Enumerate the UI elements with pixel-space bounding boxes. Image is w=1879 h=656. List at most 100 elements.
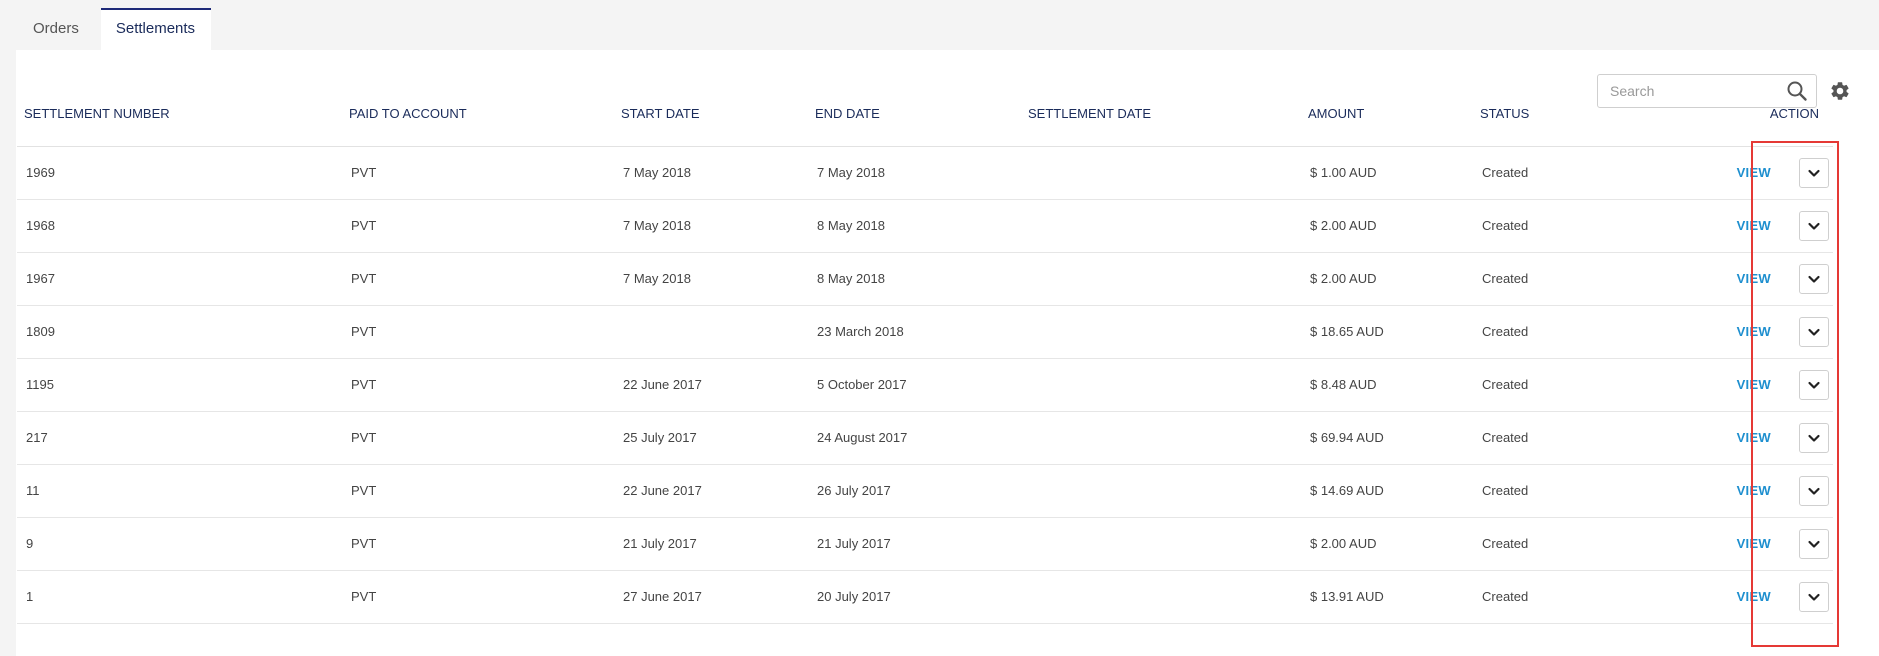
action-group: VIEW [1723, 475, 1833, 506]
view-button[interactable]: VIEW [1737, 324, 1771, 339]
table-row[interactable]: 1195 PVT 22 June 2017 5 October 2017 $ 8.48 … [17, 358, 1833, 412]
row-menu-button[interactable] [1799, 263, 1829, 294]
settlements-table: SETTLEMENT NUMBER PAID TO ACCOUNT START … [17, 82, 1833, 624]
cell-settlement-date [1021, 358, 1301, 412]
cell-end-date: 5 October 2017 [808, 358, 1021, 412]
cell-status: Created [1473, 252, 1723, 306]
table-row[interactable]: 1 PVT 27 June 2017 20 July 2017 $ 13.91 AUD C… [17, 570, 1833, 624]
view-button[interactable]: VIEW [1737, 430, 1771, 445]
view-button[interactable]: VIEW [1737, 165, 1771, 180]
cell-settlement-number: 11 [17, 464, 342, 518]
cell-end-date: 21 July 2017 [808, 517, 1021, 571]
cell-amount: $ 1.00 AUD [1301, 146, 1473, 200]
cell-settlement-number: 9 [17, 517, 342, 571]
table-row[interactable]: 217 PVT 25 July 2017 24 August 2017 $ 69.94 … [17, 411, 1833, 465]
table-row[interactable]: 1809 PVT 23 March 2018 $ 18.65 AUD Created VI… [17, 305, 1833, 359]
cell-status: Created [1473, 411, 1723, 465]
chevron-down-icon [1808, 222, 1820, 230]
cell-settlement-number: 217 [17, 411, 342, 465]
column-header-amount[interactable]: AMOUNT [1301, 82, 1473, 147]
cell-end-date: 24 August 2017 [808, 411, 1021, 465]
cell-end-date: 8 May 2018 [808, 252, 1021, 306]
chevron-down-icon [1808, 275, 1820, 283]
cell-paid-to-account: PVT [342, 305, 614, 359]
cell-settlement-date [1021, 252, 1301, 306]
row-menu-button[interactable] [1799, 581, 1829, 612]
row-menu-button[interactable] [1799, 210, 1829, 241]
cell-status: Created [1473, 517, 1723, 571]
column-header-paid-to-account[interactable]: PAID TO ACCOUNT [342, 82, 614, 147]
cell-end-date: 23 March 2018 [808, 305, 1021, 359]
cell-action: VIEW [1723, 199, 1833, 253]
column-header-start-date[interactable]: START DATE [614, 82, 808, 147]
cell-settlement-date [1021, 305, 1301, 359]
cell-status: Created [1473, 146, 1723, 200]
cell-end-date: 7 May 2018 [808, 146, 1021, 200]
cell-start-date: 25 July 2017 [614, 411, 808, 465]
cell-settlement-date [1021, 517, 1301, 571]
cell-paid-to-account: PVT [342, 411, 614, 465]
cell-action: VIEW [1723, 570, 1833, 624]
table-header-row: SETTLEMENT NUMBER PAID TO ACCOUNT START … [17, 82, 1833, 147]
table-row[interactable]: 1968 PVT 7 May 2018 8 May 2018 $ 2.00 AUD Cre… [17, 199, 1833, 253]
cell-settlement-date [1021, 411, 1301, 465]
row-menu-button[interactable] [1799, 369, 1829, 400]
cell-action: VIEW [1723, 252, 1833, 306]
view-button[interactable]: VIEW [1737, 377, 1771, 392]
cell-start-date: 22 June 2017 [614, 464, 808, 518]
cell-paid-to-account: PVT [342, 464, 614, 518]
chevron-down-icon [1808, 381, 1820, 389]
cell-paid-to-account: PVT [342, 517, 614, 571]
table-row[interactable]: 9 PVT 21 July 2017 21 July 2017 $ 2.00 AUD Cr… [17, 517, 1833, 571]
cell-amount: $ 69.94 AUD [1301, 411, 1473, 465]
column-header-action: ACTION [1723, 82, 1833, 147]
action-group: VIEW [1723, 369, 1833, 400]
view-button[interactable]: VIEW [1737, 218, 1771, 233]
column-header-end-date[interactable]: END DATE [808, 82, 1021, 147]
chevron-down-icon [1808, 487, 1820, 495]
column-header-settlement-date[interactable]: SETTLEMENT DATE [1021, 82, 1301, 147]
cell-end-date: 8 May 2018 [808, 199, 1021, 253]
cell-settlement-date [1021, 146, 1301, 200]
cell-settlement-number: 1809 [17, 305, 342, 359]
chevron-down-icon [1808, 169, 1820, 177]
tab-orders[interactable]: Orders [16, 8, 101, 50]
cell-start-date: 22 June 2017 [614, 358, 808, 412]
view-button[interactable]: VIEW [1737, 536, 1771, 551]
view-button[interactable]: VIEW [1737, 483, 1771, 498]
cell-action: VIEW [1723, 305, 1833, 359]
table-body: 1969 PVT 7 May 2018 7 May 2018 $ 1.00 AUD Cre… [17, 146, 1833, 624]
row-menu-button[interactable] [1799, 316, 1829, 347]
cell-start-date: 7 May 2018 [614, 199, 808, 253]
cell-action: VIEW [1723, 464, 1833, 518]
cell-paid-to-account: PVT [342, 199, 614, 253]
table-row[interactable]: 1969 PVT 7 May 2018 7 May 2018 $ 1.00 AUD Cre… [17, 146, 1833, 200]
table-row[interactable]: 1967 PVT 7 May 2018 8 May 2018 $ 2.00 AUD Cre… [17, 252, 1833, 306]
cell-paid-to-account: PVT [342, 146, 614, 200]
cell-start-date: 27 June 2017 [614, 570, 808, 624]
chevron-down-icon [1808, 434, 1820, 442]
cell-action: VIEW [1723, 517, 1833, 571]
tab-settlements[interactable]: Settlements [100, 8, 212, 50]
cell-paid-to-account: PVT [342, 358, 614, 412]
cell-start-date [614, 305, 808, 359]
row-menu-button[interactable] [1799, 528, 1829, 559]
chevron-down-icon [1808, 593, 1820, 601]
cell-settlement-number: 1967 [17, 252, 342, 306]
column-header-settlement-number[interactable]: SETTLEMENT NUMBER [17, 82, 342, 147]
cell-status: Created [1473, 305, 1723, 359]
column-header-status[interactable]: STATUS [1473, 82, 1723, 147]
cell-amount: $ 18.65 AUD [1301, 305, 1473, 359]
row-menu-button[interactable] [1799, 475, 1829, 506]
row-menu-button[interactable] [1799, 157, 1829, 188]
view-button[interactable]: VIEW [1737, 271, 1771, 286]
cell-start-date: 7 May 2018 [614, 252, 808, 306]
cell-action: VIEW [1723, 358, 1833, 412]
cell-settlement-number: 1 [17, 570, 342, 624]
cell-start-date: 7 May 2018 [614, 146, 808, 200]
row-menu-button[interactable] [1799, 422, 1829, 453]
table-row[interactable]: 11 PVT 22 June 2017 26 July 2017 $ 14.69 AUD… [17, 464, 1833, 518]
cell-status: Created [1473, 358, 1723, 412]
view-button[interactable]: VIEW [1737, 589, 1771, 604]
cell-action: VIEW [1723, 146, 1833, 200]
